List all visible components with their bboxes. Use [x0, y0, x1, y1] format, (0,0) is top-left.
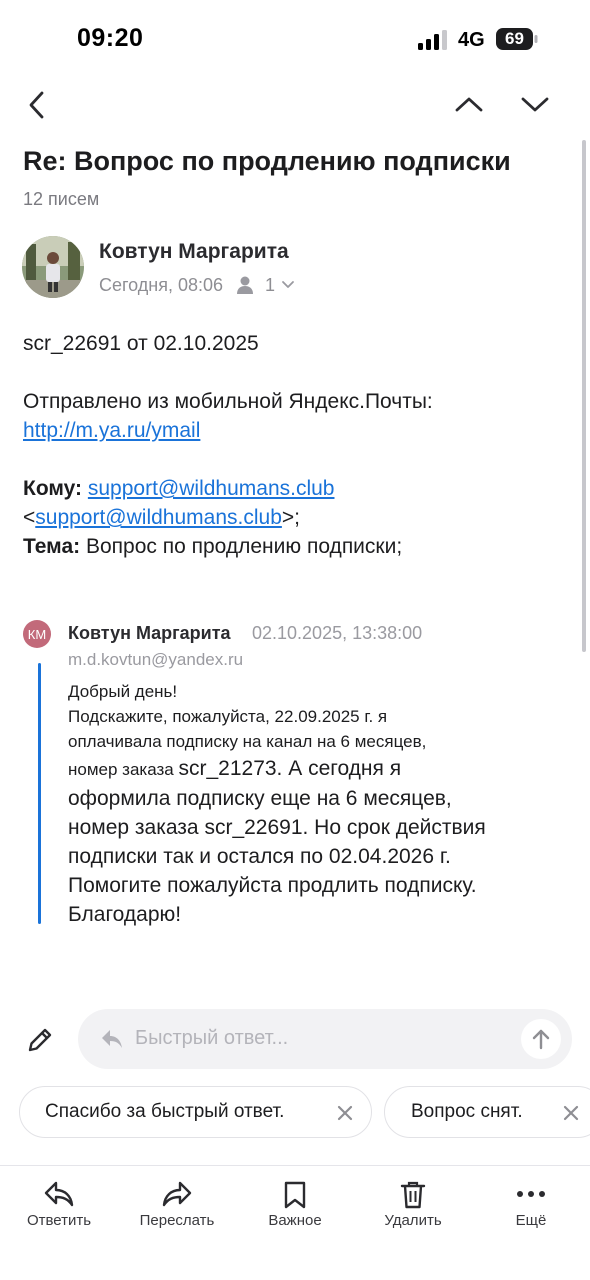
arrow-up-icon: [532, 1029, 550, 1050]
bookmark-icon: [284, 1181, 306, 1209]
more-icon: [517, 1191, 545, 1197]
status-time: 09:20: [77, 24, 144, 52]
pencil-icon[interactable]: [24, 1024, 56, 1056]
quoted-line: Подскажите, пожалуйста, 22.09.2025 г. я: [68, 707, 388, 726]
top-nav: [0, 80, 590, 130]
delete-button[interactable]: Удалить: [358, 1166, 468, 1236]
sender-avatar[interactable]: [22, 236, 84, 298]
quick-reply-placeholder: Быстрый ответ...: [135, 1027, 289, 1049]
trash-icon: [400, 1181, 426, 1209]
bracket-open: <: [23, 506, 36, 529]
send-button[interactable]: [521, 1019, 561, 1059]
bottom-toolbar: Ответить Переслать Важное Удалить Ещё: [0, 1165, 590, 1280]
quoted-header: КМ Ковтун Маргарита 02.10.2025, 13:38:00…: [23, 619, 583, 679]
subject-line: Тема: Вопрос по продлению подписки;: [23, 532, 571, 561]
status-bar: 09:20 4G 69: [0, 0, 590, 80]
subject-value: Вопрос по продлению подписки;: [85, 535, 403, 558]
forward-icon: [162, 1181, 192, 1207]
ymail-link[interactable]: http://m.ya.ru/ymail: [23, 419, 200, 442]
quoted-line: номер заказа scr_22691. Но срок действия: [68, 816, 486, 839]
chevron-down-icon[interactable]: [520, 94, 550, 114]
quoted-email: m.d.kovtun@yandex.ru: [68, 650, 244, 669]
signal-icon: [418, 30, 447, 50]
to-line: Кому: support@wildhumans.club: [23, 474, 571, 503]
recipients-count: 1: [265, 274, 276, 295]
quoted-line: оплачивала подписку на канал на 6 месяце…: [68, 732, 427, 751]
scrollbar[interactable]: [582, 140, 586, 652]
reply-button[interactable]: Ответить: [4, 1166, 114, 1236]
tab-label: Ещё: [515, 1212, 547, 1229]
thread-subject: Re: Вопрос по продлению подписки: [23, 146, 511, 176]
message-meta[interactable]: Сегодня, 08:06 1: [99, 272, 295, 298]
network-type: 4G: [458, 29, 485, 51]
quoted-order: scr_21273. А сегодня я: [178, 757, 402, 780]
chip-label: Вопрос снят.: [411, 1101, 523, 1122]
quoted-line: Добрый день!: [68, 682, 178, 701]
chip-label: Спасибо за быстрый ответ.: [45, 1101, 285, 1122]
tab-label: Ответить: [26, 1212, 92, 1229]
reply-icon: [102, 1030, 122, 1048]
chevron-down-icon: [282, 281, 294, 288]
bracket-close: >;: [281, 506, 300, 529]
quick-reply-field[interactable]: Быстрый ответ...: [78, 1009, 572, 1069]
to-label: Кому:: [23, 477, 83, 500]
subject-label: Тема:: [23, 535, 81, 558]
quote-bar: [38, 663, 41, 924]
quoted-line: подписки так и остался по 02.04.2026 г.: [68, 845, 451, 868]
quoted-date: 02.10.2025, 13:38:00: [252, 623, 423, 643]
quoted-avatar: КМ: [23, 620, 51, 648]
person-icon: [237, 276, 254, 294]
tab-label: Переслать: [139, 1212, 215, 1229]
more-button[interactable]: Ещё: [476, 1166, 586, 1236]
message-count: 12 писем: [23, 189, 100, 209]
sent-from-text: Отправлено из мобильной Яндекс.Почты:: [23, 390, 433, 413]
quoted-line: оформила подписку еще на 6 месяцев,: [68, 787, 452, 810]
battery-level: 69: [505, 29, 524, 48]
quick-reply-chip[interactable]: Вопрос снят.: [384, 1086, 590, 1138]
quick-reply-chip[interactable]: Спасибо за быстрый ответ.: [19, 1086, 372, 1138]
to-email-link-2[interactable]: support@wildhumans.club: [35, 506, 282, 529]
body-line: scr_22691 от 02.10.2025: [23, 332, 259, 355]
chevron-left-icon[interactable]: [26, 90, 46, 120]
quoted-line: Благодарю!: [68, 903, 182, 926]
battery-icon: 69: [496, 28, 538, 50]
to-email-link[interactable]: support@wildhumans.club: [88, 477, 335, 500]
sender-name[interactable]: Ковтун Маргарита: [99, 240, 289, 264]
quoted-line-part: номер заказа: [68, 760, 174, 779]
quoted-sender: Ковтун Маргарита: [68, 623, 231, 643]
close-icon[interactable]: [562, 1104, 580, 1122]
tab-label: Важное: [268, 1212, 322, 1229]
reply-icon: [44, 1181, 74, 1207]
quoted-line: Помогите пожалуйста продлить подписку.: [68, 874, 477, 897]
quoted-text: Добрый день! Подскажите, пожалуйста, 22.…: [68, 679, 568, 929]
chevron-up-icon[interactable]: [454, 94, 484, 114]
important-button[interactable]: Важное: [240, 1166, 350, 1236]
to-line-2: <support@wildhumans.club>;: [23, 503, 571, 532]
quoted-line: номер заказа scr_21273. А сегодня я: [68, 754, 568, 784]
close-icon[interactable]: [336, 1104, 354, 1122]
message-body: scr_22691 от 02.10.2025 Отправлено из мо…: [23, 329, 571, 561]
message-date: Сегодня, 08:06: [99, 274, 224, 295]
tab-label: Удалить: [384, 1212, 442, 1229]
forward-button[interactable]: Переслать: [122, 1166, 232, 1236]
